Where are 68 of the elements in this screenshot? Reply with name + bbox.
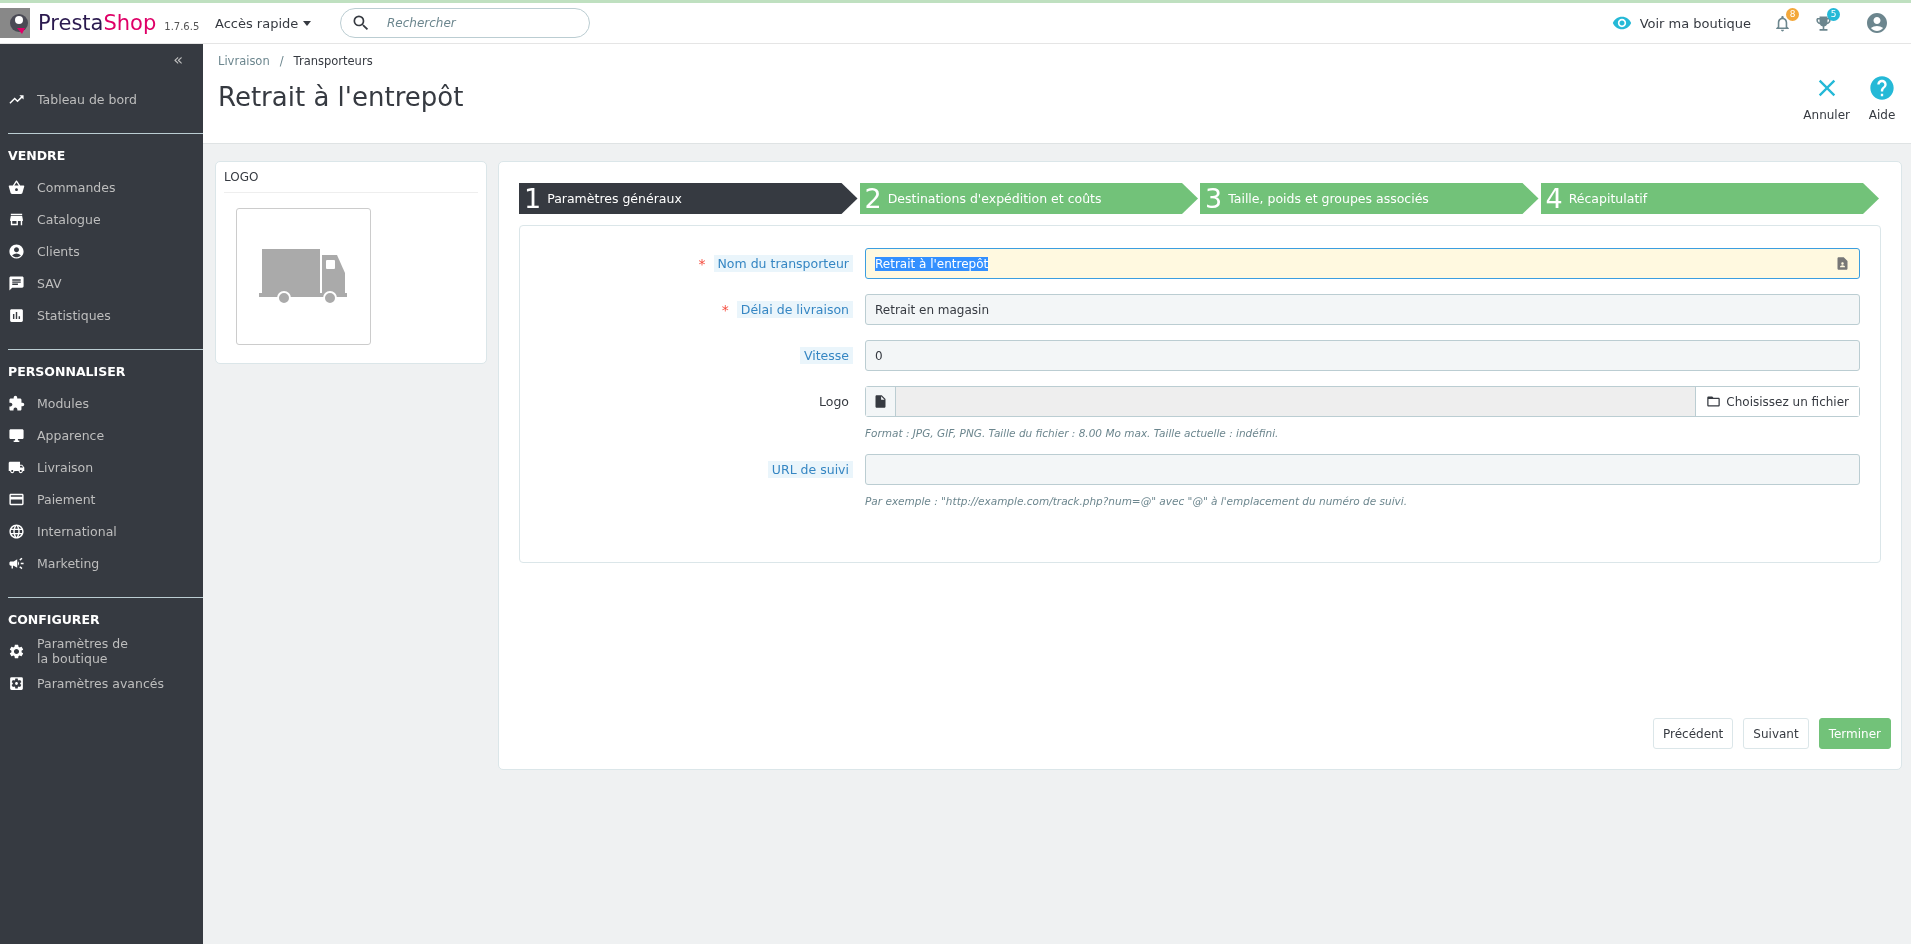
sidebar-item[interactable]: SAV xyxy=(0,267,203,299)
choose-file-button[interactable]: Choisissez un fichier xyxy=(1695,387,1859,416)
quick-access-menu[interactable]: Accès rapide xyxy=(215,15,340,31)
field-label: Nom du transporteur xyxy=(713,255,853,272)
panel-title: LOGO xyxy=(224,167,478,193)
basket-icon xyxy=(8,178,25,196)
sidebar-item[interactable]: Commandes xyxy=(0,171,203,203)
bell-icon[interactable] xyxy=(1773,13,1792,33)
section-title: VENDRE xyxy=(7,148,67,163)
sidebar-item[interactable]: Apparence xyxy=(0,419,203,451)
file-icon xyxy=(873,394,888,409)
help-icon xyxy=(1868,74,1896,102)
page-title: Retrait à l'entrepôt xyxy=(218,82,464,112)
cancel-button[interactable]: Annuler xyxy=(1803,74,1850,143)
settings-icon xyxy=(8,642,25,660)
field-label: Logo xyxy=(818,393,850,410)
user-avatar-icon[interactable] xyxy=(1865,11,1889,35)
trophy-icon[interactable] xyxy=(1814,13,1833,33)
field-label: URL de suivi xyxy=(767,461,853,478)
input-field[interactable]: 0 xyxy=(865,340,1860,371)
search-icon xyxy=(351,13,371,33)
sidebar-item[interactable]: Marketing xyxy=(0,547,203,579)
file-field[interactable]: Choisissez un fichier xyxy=(865,386,1860,417)
brand-name: PrestaShop xyxy=(38,11,157,35)
autofill-icon[interactable] xyxy=(1835,256,1850,271)
sidebar-item[interactable]: Livraison xyxy=(0,451,203,483)
breadcrumb-item[interactable]: Livraison xyxy=(218,54,270,68)
puzzle-icon xyxy=(8,394,25,412)
chart-icon xyxy=(8,306,25,324)
breadcrumb-item: Transporteurs xyxy=(293,54,373,68)
help-text: Format : JPG, GIF, PNG. Taille du fichier : 8.00 Mo max. Taille actuelle : indéfini. xyxy=(865,427,1280,439)
required-mark: * xyxy=(698,255,706,272)
help-text: Par exemple : "http://example.com/track.php?num=@" avec "@" à l'emplacement du numéro de suivi. xyxy=(865,495,1409,507)
sidebar-item[interactable]: Catalogue xyxy=(0,203,203,235)
sidebar-item[interactable]: Tableau de bord xyxy=(0,83,203,115)
help-button[interactable]: Aide xyxy=(1868,74,1896,143)
truck-icon xyxy=(258,248,349,305)
folder-icon xyxy=(1706,394,1722,409)
wizard-step[interactable]: 1 Paramètres généraux xyxy=(519,183,858,214)
globe-icon xyxy=(8,522,25,540)
count-badge: 5 xyxy=(1827,7,1840,21)
wizard-button[interactable]: Suivant xyxy=(1743,718,1809,749)
settings-icon xyxy=(8,674,25,692)
view-shop-link[interactable]: Voir ma boutique xyxy=(1611,13,1751,33)
person-icon xyxy=(8,242,25,260)
sidebar-item[interactable]: Paramètres de la boutique xyxy=(0,635,140,667)
count-badge: 8 xyxy=(1786,7,1799,21)
breadcrumb-separator: / xyxy=(279,54,284,68)
wizard-button[interactable]: Précédent xyxy=(1652,718,1734,749)
sidebar-item[interactable]: International xyxy=(0,515,203,547)
chat-icon xyxy=(8,274,25,292)
sidebar-item[interactable]: Paramètres avancés xyxy=(0,667,203,699)
field-label: Délai de livraison xyxy=(736,301,853,318)
monitor-icon xyxy=(8,426,25,444)
section-title: CONFIGURER xyxy=(7,612,101,627)
collapse-button[interactable]: « xyxy=(173,50,183,69)
section-title: PERSONNALISER xyxy=(7,364,127,379)
sidebar-item[interactable]: Paiement xyxy=(0,483,203,515)
version-label: 1.7.6.5 xyxy=(164,20,200,32)
field-label: Vitesse xyxy=(799,347,853,364)
caret-icon xyxy=(303,20,312,26)
sidebar-item[interactable]: Clients xyxy=(0,235,203,267)
required-mark: * xyxy=(721,301,729,318)
input-field[interactable] xyxy=(865,454,1860,485)
sidebar-item[interactable]: Modules xyxy=(0,387,203,419)
input-field[interactable]: Retrait en magasin xyxy=(865,294,1860,325)
input-field[interactable]: Retrait à l'entrepôt xyxy=(865,248,1860,279)
sidebar-item[interactable]: Statistiques xyxy=(0,299,203,331)
